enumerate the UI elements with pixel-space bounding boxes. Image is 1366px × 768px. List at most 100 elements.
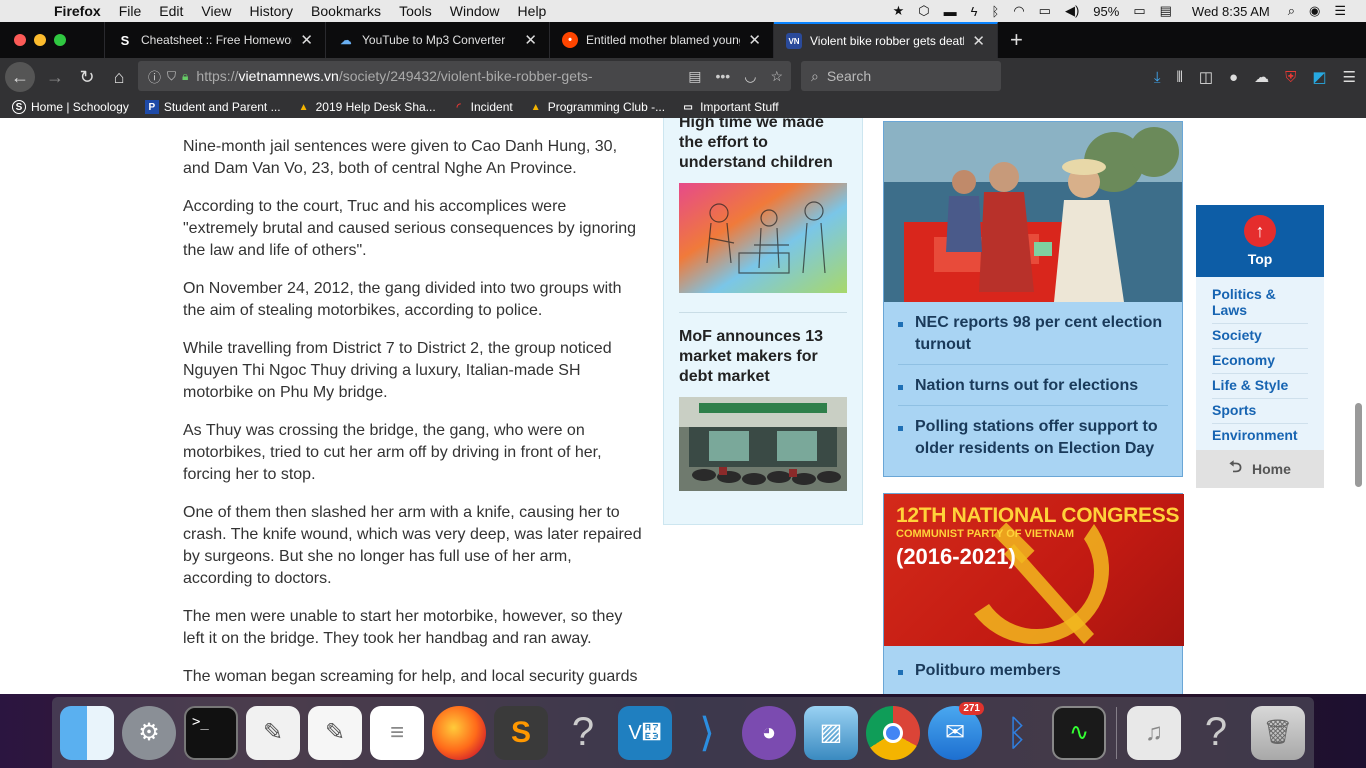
bookmark-incident[interactable]: ◜ Incident	[452, 100, 513, 114]
section-link-politics[interactable]: Politics & Laws	[1212, 283, 1308, 324]
section-link-life-style[interactable]: Life & Style	[1212, 374, 1308, 399]
new-tab-icon[interactable]: +	[1010, 27, 1023, 53]
cube-icon[interactable]: ⬡	[918, 3, 929, 19]
info-icon[interactable]: ⓘ	[148, 67, 161, 86]
mail-icon[interactable]: ✉ 271	[928, 701, 984, 760]
bookmark-schoology[interactable]: S Home | Schoology	[12, 100, 129, 114]
textedit-icon[interactable]: ≡	[370, 705, 424, 760]
account-icon[interactable]: ●	[1229, 69, 1238, 86]
drive-icon[interactable]: ▬	[944, 4, 957, 19]
election-link[interactable]: NEC reports 98 per cent election turnout	[898, 312, 1168, 365]
battery-icon[interactable]: ▭	[1133, 3, 1145, 19]
menu-bookmarks[interactable]: Bookmarks	[311, 3, 381, 19]
url-bar[interactable]: ⓘ ⛉ 🔒︎ https://vietnamnews.vn/society/24…	[138, 61, 791, 91]
system-preferences-icon[interactable]: ⚙	[122, 705, 176, 760]
menu-icon[interactable]: ☰	[1343, 68, 1356, 86]
bolt-icon[interactable]: ϟ	[971, 4, 978, 19]
tab-vietnamnews[interactable]: VN Violent bike robber gets death ✕	[774, 22, 998, 58]
bank-storefront-image[interactable]	[679, 397, 847, 491]
firefox-icon[interactable]	[432, 705, 486, 760]
star-icon[interactable]: ★	[893, 3, 905, 19]
pocket-icon[interactable]: ◡	[744, 68, 756, 85]
congress-link[interactable]: Politburo members	[898, 660, 1168, 690]
related-title[interactable]: High time we made the effort to understa…	[679, 118, 847, 173]
reader-view-icon[interactable]: ▤	[688, 68, 701, 85]
menu-help[interactable]: Help	[518, 3, 547, 19]
url-text[interactable]: https://vietnamnews.vn/society/249432/vi…	[196, 68, 646, 84]
related-item[interactable]: High time we made the effort to understa…	[664, 118, 862, 298]
itunes-document-icon[interactable]: ♫	[1127, 705, 1181, 760]
bookmark-important-stuff[interactable]: ▭ Important Stuff	[681, 100, 778, 114]
sublime-text-icon[interactable]: S	[494, 705, 548, 760]
volume-icon[interactable]: ◀)	[1065, 3, 1079, 19]
unknown-file-icon[interactable]: ?	[1189, 706, 1243, 760]
extension-icon[interactable]: ◩	[1312, 68, 1326, 86]
close-window-icon[interactable]	[14, 34, 26, 46]
reload-icon[interactable]: ↻	[71, 67, 103, 88]
bookmark-star-icon[interactable]: ☆	[770, 68, 783, 85]
unknown-app-icon[interactable]: ?	[556, 706, 610, 760]
chrome-icon[interactable]	[866, 705, 920, 760]
finder-icon[interactable]	[60, 705, 114, 760]
menu-history[interactable]: History	[249, 3, 293, 19]
close-tab-icon[interactable]: ✕	[972, 32, 985, 50]
user-icon[interactable]: ◉	[1309, 3, 1320, 19]
close-tab-icon[interactable]: ✕	[524, 31, 537, 49]
bookmark-help-desk[interactable]: ▲ 2019 Help Desk Sha...	[297, 100, 436, 114]
home-button[interactable]: ⮌ Home	[1196, 450, 1324, 488]
minimize-window-icon[interactable]	[34, 34, 46, 46]
menu-view[interactable]: View	[201, 3, 231, 19]
forward-icon[interactable]: →	[39, 67, 71, 88]
home-icon[interactable]: ⌂	[103, 67, 135, 88]
close-tab-icon[interactable]: ✕	[748, 31, 761, 49]
spotlight-icon[interactable]: ⌕	[1288, 3, 1295, 19]
library-icon[interactable]: ⫴	[1177, 69, 1183, 86]
congress-banner[interactable]: 12TH NATIONAL CONGRESS COMMUNIST PARTY O…	[884, 494, 1184, 646]
election-link[interactable]: Nation turns out for elections	[898, 375, 1168, 406]
terminal-icon[interactable]: >_	[184, 705, 238, 760]
bookmark-student-parent[interactable]: P Student and Parent ...	[144, 100, 281, 114]
ublock-icon[interactable]: ⛨	[1285, 69, 1296, 86]
sidebar-icon[interactable]: ◫	[1199, 68, 1213, 86]
script-icon[interactable]: ✎	[308, 705, 362, 760]
menu-window[interactable]: Window	[450, 3, 500, 19]
section-link-sports[interactable]: Sports	[1212, 399, 1308, 424]
lock-icon[interactable]: 🔒︎	[182, 69, 188, 84]
related-title[interactable]: MoF announces 13 market makers for debt …	[679, 327, 847, 387]
back-icon[interactable]: ←	[5, 62, 35, 92]
script-editor-icon[interactable]: ✎	[246, 705, 300, 760]
airplay-icon[interactable]: ▭	[1039, 3, 1051, 19]
menu-app-name[interactable]: Firefox	[54, 3, 101, 19]
children-illustration-image[interactable]	[679, 183, 847, 293]
clock[interactable]: Wed 8:35 AM	[1192, 4, 1270, 19]
bluetooth-icon[interactable]: ᛒ	[992, 4, 1000, 19]
download-icon[interactable]: ⤓	[1154, 69, 1161, 86]
menu-tools[interactable]: Tools	[399, 3, 432, 19]
related-item[interactable]: MoF announces 13 market makers for debt …	[664, 327, 862, 496]
tab-youtube-mp3[interactable]: ☁ YouTube to Mp3 Converter ✕	[326, 22, 550, 58]
tab-cheatsheet[interactable]: S Cheatsheet :: Free Homework H ✕	[104, 22, 326, 58]
vscode-icon[interactable]: ⟩	[680, 706, 734, 760]
tab-reddit[interactable]: • Entitled mother blamed young ✕	[550, 22, 774, 58]
zoom-window-icon[interactable]	[54, 34, 66, 46]
flag-icon[interactable]: ▤	[1160, 3, 1172, 19]
preview-icon[interactable]: ▨	[804, 705, 858, 760]
section-link-economy[interactable]: Economy	[1212, 349, 1308, 374]
incognito-icon[interactable]: ☁	[1254, 68, 1269, 86]
activity-monitor-icon[interactable]: ∿	[1052, 705, 1106, 760]
section-link-society[interactable]: Society	[1212, 324, 1308, 349]
menu-file[interactable]: File	[119, 3, 142, 19]
tracking-shield-icon[interactable]: ⛉	[167, 69, 176, 84]
bookmark-programming-club[interactable]: ▲ Programming Club -...	[529, 100, 665, 114]
wifi-icon[interactable]: ◠	[1013, 3, 1024, 19]
scrollbar-thumb[interactable]	[1355, 403, 1362, 487]
trash-icon[interactable]: 🗑︎	[1251, 705, 1305, 760]
page-actions-icon[interactable]: •••	[716, 68, 731, 84]
battery-percent[interactable]: 95%	[1093, 4, 1119, 19]
election-link[interactable]: Polling stations offer support to older …	[898, 416, 1168, 468]
back-to-top-button[interactable]: ↑ Top	[1196, 205, 1324, 277]
close-tab-icon[interactable]: ✕	[300, 31, 313, 49]
section-link-environment[interactable]: Environment	[1212, 424, 1308, 448]
notification-icon[interactable]: ☰	[1334, 3, 1346, 19]
vnc-viewer-icon[interactable]: V꟣	[618, 705, 672, 760]
